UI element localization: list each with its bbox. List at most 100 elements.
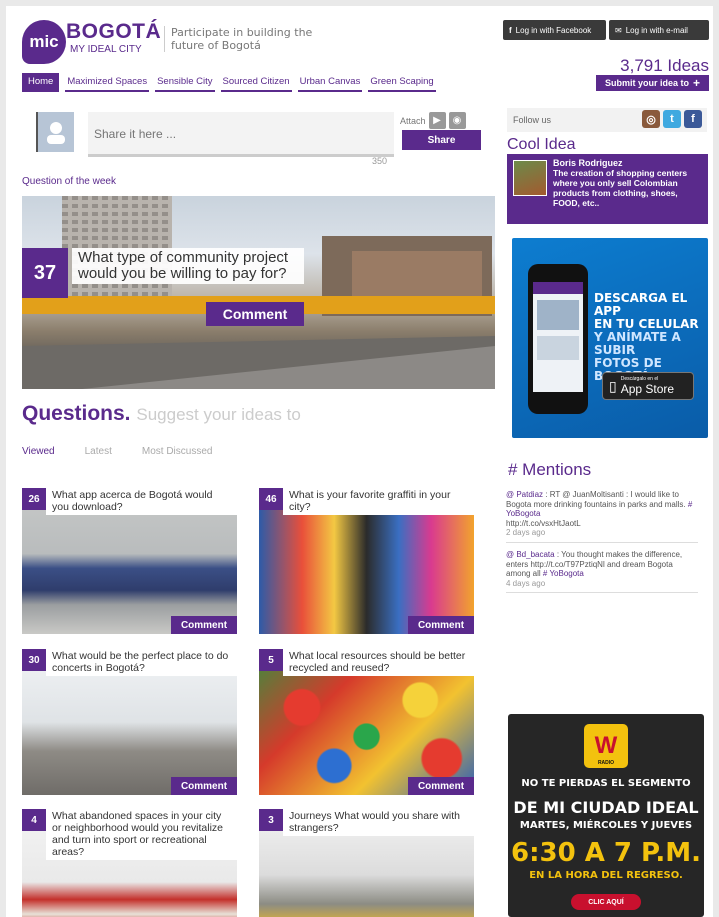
question-card-text[interactable]: Journeys What would you share with stran…: [283, 809, 474, 836]
nav-item-urban-canvas[interactable]: Urban Canvas: [297, 73, 363, 92]
question-of-week-label: Question of the week: [22, 176, 116, 187]
question-card-count: 46: [259, 488, 283, 510]
question-card-text[interactable]: What is your favorite graffiti in your c…: [283, 488, 474, 515]
cool-idea-text: The creation of shopping centers where y…: [553, 168, 688, 208]
question-card[interactable]: 26 What app acerca de Bogotá would you d…: [22, 488, 237, 634]
radio-ad-time: 6:30 A 7 P.M.: [511, 838, 701, 868]
question-card[interactable]: 5 What local resources should be better …: [259, 649, 474, 795]
question-of-week-comment-button[interactable]: Comment: [206, 302, 304, 326]
question-card-count: 3: [259, 809, 283, 831]
app-store-badge[interactable]: ▯ Descárgalo en el App Store: [602, 372, 694, 400]
attach-label: Attach: [400, 115, 426, 126]
submit-idea-button[interactable]: Submit your idea to +: [596, 75, 709, 91]
question-of-week-image: [22, 196, 495, 389]
app-store-text: Descárgalo en el App Store: [621, 376, 674, 396]
email-login-label: Log in with e-mail: [625, 25, 688, 35]
character-counter: 350: [372, 156, 388, 166]
envelope-icon: ✉: [615, 25, 622, 35]
mention-item: @ Patdiaz : RT @ JuanMoltisanti : I woul…: [506, 490, 698, 543]
nav-item-green-scaping[interactable]: Green Scaping: [368, 73, 436, 92]
twitter-icon[interactable]: t: [663, 110, 681, 128]
radio-ad-line3: MARTES, MIÉRCOLES Y JUEVES: [519, 820, 693, 831]
share-divider: [88, 154, 394, 157]
mention-link[interactable]: http://t.co/vsxHtJaotL: [506, 519, 698, 529]
mention-time: 2 days ago: [506, 528, 546, 537]
question-card-comment-button[interactable]: Comment: [171, 777, 237, 795]
question-card-comment-button[interactable]: Comment: [408, 777, 474, 795]
question-card-comment-button[interactable]: Comment: [408, 616, 474, 634]
nav-item-maximized-spaces[interactable]: Maximized Spaces: [65, 73, 150, 92]
video-attach-icon[interactable]: ▶: [428, 112, 446, 129]
plus-icon: +: [693, 76, 701, 90]
facebook-login-label: Log in with Facebook: [515, 25, 592, 35]
app-store-name: App Store: [620, 382, 675, 396]
instagram-icon[interactable]: ◎: [642, 110, 660, 128]
camera-attach-icon[interactable]: ◉: [448, 112, 466, 129]
question-card-count: 26: [22, 488, 46, 510]
logo-subtitle: MY IDEAL CITY: [70, 44, 142, 55]
logo-mic[interactable]: mic: [22, 20, 66, 64]
question-card-text[interactable]: What would be the perfect place to do co…: [46, 649, 237, 676]
question-card[interactable]: 46 What is your favorite graffiti in you…: [259, 488, 474, 634]
question-card-text[interactable]: What local resources should be better re…: [283, 649, 474, 676]
user-silhouette-icon: [47, 122, 65, 144]
nav-item-sourced-citizen[interactable]: Sourced Citizen: [220, 73, 292, 92]
mention-item: @ Bd_bacata : You thought makes the diff…: [506, 550, 698, 593]
radio-ad-line2: DE MI CIUDAD IDEAL: [513, 798, 699, 817]
question-card-count: 5: [259, 649, 283, 671]
tab-latest[interactable]: Latest: [85, 446, 112, 457]
questions-subtitle: Suggest your ideas to: [136, 405, 301, 424]
questions-tabs: Viewed Latest Most Discussed: [22, 446, 212, 457]
question-card[interactable]: 3 Journeys What would you share with str…: [259, 809, 474, 917]
radio-ad[interactable]: W RADIO NO TE PIERDAS EL SEGMENTO DE MI …: [508, 714, 704, 917]
question-card-comment-button[interactable]: Comment: [171, 616, 237, 634]
question-card-text[interactable]: What abandoned spaces in your city or ne…: [46, 809, 237, 860]
radio-ad-click-button[interactable]: CLIC AQUÍ: [571, 894, 641, 910]
nav-item-home[interactable]: Home: [22, 73, 60, 92]
user-avatar: [36, 112, 74, 152]
page: mic BOGOTÁ MY IDEAL CITY Participate in …: [6, 6, 713, 917]
share-input[interactable]: [88, 112, 394, 156]
questions-title: Questions.: [22, 402, 131, 425]
radio-ad-line4: EN LA HORA DEL REGRESO.: [529, 870, 683, 881]
radio-ad-line1: NO TE PIERDAS EL SEGMENTO: [521, 778, 691, 789]
logo-name[interactable]: BOGOTÁ: [66, 20, 161, 44]
nav-item-sensible-city[interactable]: Sensible City: [155, 73, 215, 92]
question-of-week-text[interactable]: What type of community project would you…: [72, 248, 304, 284]
app-download-ad[interactable]: DESCARGA EL APP EN TU CELULAR Y ANÍMATE …: [512, 238, 708, 438]
question-card-count: 30: [22, 649, 46, 671]
share-button[interactable]: Share: [402, 130, 481, 150]
app-ad-line1: DESCARGA EL APP: [594, 291, 688, 318]
email-login-button[interactable]: ✉ Log in with e-mail: [609, 20, 709, 40]
mention-time: 4 days ago: [506, 578, 546, 588]
mention-link[interactable]: http://t.co/T97PztiqNl: [530, 560, 604, 569]
question-card[interactable]: 4 What abandoned spaces in your city or …: [22, 809, 237, 917]
question-card[interactable]: 30 What would be the perfect place to do…: [22, 649, 237, 795]
facebook-icon[interactable]: f: [684, 110, 702, 128]
app-ad-line3: Y ANÍMATE A SUBIR: [594, 330, 681, 357]
app-ad-text: DESCARGA EL APP EN TU CELULAR Y ANÍMATE …: [594, 292, 704, 383]
question-card-count: 4: [22, 809, 46, 831]
radio-logo: W RADIO: [584, 724, 628, 768]
main-nav: Home Maximized Spaces Sensible City Sour…: [22, 73, 436, 92]
attach-controls: Attach ▶ ◉: [400, 112, 466, 129]
facebook-icon: f: [509, 25, 512, 35]
phone-icon: ▯: [609, 377, 617, 394]
tab-viewed[interactable]: Viewed: [22, 446, 55, 457]
cool-idea-author[interactable]: Boris Rodriguez: [553, 158, 623, 168]
questions-heading: Questions. Suggest your ideas to: [22, 402, 301, 426]
question-of-week-count: 37: [22, 248, 68, 298]
mentions-title: # Mentions: [508, 460, 592, 479]
tagline: Participate in building the future of Bo…: [164, 26, 324, 52]
question-card-text[interactable]: What app acerca de Bogotá would you down…: [46, 488, 237, 515]
mention-hashtag[interactable]: # YoBogota: [543, 569, 584, 578]
mention-user[interactable]: @ Bd_bacata: [506, 550, 555, 559]
cool-idea-avatar: [513, 160, 547, 196]
radio-logo-sub: RADIO: [597, 760, 615, 766]
follow-us-label: Follow us: [513, 115, 552, 125]
mention-user[interactable]: @ Patdiaz: [506, 490, 543, 499]
facebook-login-button[interactable]: f Log in with Facebook: [503, 20, 606, 40]
tab-most-discussed[interactable]: Most Discussed: [142, 446, 213, 457]
phone-screen: [533, 282, 583, 392]
radio-logo-mark: W: [594, 732, 618, 759]
